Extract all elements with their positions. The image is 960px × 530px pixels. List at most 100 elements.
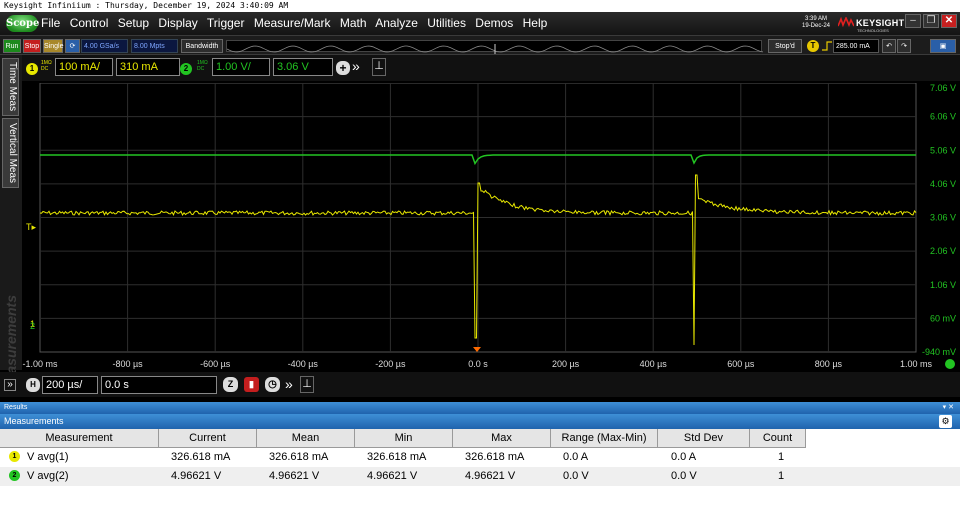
panel-toggle-icon[interactable]: ▣ xyxy=(930,39,956,53)
toolbar: Run Stop Single ⟳ 4.00 GSa/s 8.00 Mpts B… xyxy=(0,35,960,55)
y-tick-label: 6.06 V xyxy=(930,112,956,122)
pin-icon[interactable]: ⊥ xyxy=(372,58,386,76)
row-2-channel-badge: 2 xyxy=(9,470,20,481)
x-tick-label: -800 µs xyxy=(112,359,143,369)
undo-icon[interactable]: ↶ xyxy=(882,39,896,53)
row-1-min: 326.618 mA xyxy=(367,451,427,463)
channel-2-offset-field[interactable]: 3.06 V xyxy=(273,58,333,76)
stop-status-button[interactable]: Stop'd xyxy=(768,39,802,53)
menu-math[interactable]: Math xyxy=(340,16,367,30)
expand-horizontal-icon[interactable]: » xyxy=(4,379,16,391)
stop-button[interactable]: Stop xyxy=(23,39,41,53)
menu-setup[interactable]: Setup xyxy=(118,16,149,30)
timeline-wave-icon xyxy=(226,44,764,54)
table-header-row: Measurement Current Mean Min Max Range (… xyxy=(0,429,960,448)
single-button[interactable]: Single xyxy=(43,39,63,53)
channel-1-offset-field[interactable]: 310 mA xyxy=(116,58,180,76)
col-mean[interactable]: Mean xyxy=(257,429,355,448)
menu-help[interactable]: Help xyxy=(523,16,548,30)
horizontal-pin-icon[interactable]: ⊥ xyxy=(300,376,314,393)
window-title: Keysight Infiniium : Thursday, December … xyxy=(0,0,960,12)
tab-vertical-meas[interactable]: Vertical Meas xyxy=(2,118,19,188)
menu-display[interactable]: Display xyxy=(158,16,197,30)
y-tick-label: 60 mV xyxy=(930,313,956,323)
col-min[interactable]: Min xyxy=(355,429,453,448)
menu-control[interactable]: Control xyxy=(70,16,109,30)
results-collapse-icon[interactable]: ▾ ✕ xyxy=(943,402,954,414)
table-row[interactable]: 2 V avg(2) 4.96621 V 4.96621 V 4.96621 V… xyxy=(0,467,960,486)
add-channel-icon[interactable]: + xyxy=(336,61,350,75)
channel-2-ground-marker: 2 xyxy=(30,321,35,331)
x-tick-label: 200 µs xyxy=(552,359,580,369)
y-tick-label: 7.06 V xyxy=(930,83,956,93)
measurements-settings-icon[interactable]: ⚙ xyxy=(939,415,952,428)
waveform-display[interactable]: 7.06 V 6.06 V 5.06 V 4.06 V 3.06 V 2.06 V 1.06… xyxy=(22,83,960,370)
brand-name: KEYSIGHT xyxy=(856,18,905,28)
row-2-name: V avg(2) xyxy=(27,470,69,482)
restore-icon[interactable]: ❐ xyxy=(923,14,939,28)
clock-date: 19-Dec-24 xyxy=(802,23,831,29)
channel-1-badge[interactable]: 1 xyxy=(26,63,38,75)
clock-icon[interactable]: ◷ xyxy=(265,377,280,392)
clock-time: 3:39 AM xyxy=(805,16,828,22)
expand-icon[interactable]: » xyxy=(352,58,360,74)
menu-items: File Control Setup Display Trigger Measu… xyxy=(41,16,553,30)
menu-measure-mark[interactable]: Measure/Mark xyxy=(254,16,331,30)
row-1-mean: 326.618 mA xyxy=(269,451,329,463)
row-1-std-dev: 0.0 A xyxy=(671,451,697,463)
channel-2-input: 1MΩ DC xyxy=(197,60,208,72)
col-measurement[interactable]: Measurement xyxy=(0,429,159,448)
x-tick-label: 800 µs xyxy=(815,359,843,369)
x-tick-label: 0.0 s xyxy=(468,359,488,369)
run-button[interactable]: Run xyxy=(3,39,21,53)
tab-time-meas[interactable]: Time Meas xyxy=(2,58,19,116)
row-2-std-dev: 0.0 V xyxy=(671,470,697,482)
bandwidth-button[interactable]: Bandwidth xyxy=(181,39,223,53)
sample-rate-field[interactable]: 4.00 GSa/s xyxy=(81,39,128,53)
menu-utilities[interactable]: Utilities xyxy=(427,16,466,30)
trigger-badge: T xyxy=(807,40,819,52)
scope-logo-button[interactable]: Scope xyxy=(6,15,39,32)
redo-icon[interactable]: ↷ xyxy=(897,39,911,53)
acquisition-timeline[interactable] xyxy=(226,40,764,54)
col-range[interactable]: Range (Max-Min) xyxy=(551,429,658,448)
row-1-max: 326.618 mA xyxy=(465,451,525,463)
zoom-icon[interactable]: Z xyxy=(223,377,238,392)
acquisition-icon[interactable]: ⟳ xyxy=(65,39,80,53)
close-icon[interactable]: ✕ xyxy=(941,14,957,28)
horizontal-position-field[interactable]: 0.0 s xyxy=(101,376,217,394)
col-count[interactable]: Count xyxy=(750,429,806,448)
row-1-channel-badge: 1 xyxy=(9,451,20,462)
menu-file[interactable]: File xyxy=(41,16,60,30)
menu-bar: Scope File Control Setup Display Trigger… xyxy=(0,12,960,35)
clock: 3:39 AM 19-Dec-24 xyxy=(802,16,830,30)
col-max[interactable]: Max xyxy=(453,429,551,448)
horizontal-more-icon[interactable]: » xyxy=(285,376,293,392)
results-label: Results xyxy=(4,404,28,411)
table-row[interactable]: 1 V avg(1) 326.618 mA 326.618 mA 326.618… xyxy=(0,448,960,467)
x-tick-label: 600 µs xyxy=(727,359,755,369)
y-tick-label: 2.06 V xyxy=(930,246,956,256)
zoom-stop-icon[interactable]: ▮ xyxy=(244,377,259,392)
channel-1-scale-field[interactable]: 100 mA/ xyxy=(55,58,113,76)
y-tick-label: 1.06 V xyxy=(930,280,956,290)
trigger-level-marker: T▸ xyxy=(26,222,36,232)
minimize-icon[interactable]: – xyxy=(905,14,921,28)
channel-2-scale-field[interactable]: 1.00 V/ xyxy=(212,58,270,76)
horizontal-badge[interactable]: H xyxy=(26,378,40,392)
menu-demos[interactable]: Demos xyxy=(475,16,513,30)
y-tick-label: 5.06 V xyxy=(930,145,956,155)
trigger-level-field[interactable]: 285.00 mA xyxy=(833,39,879,53)
col-std-dev[interactable]: Std Dev xyxy=(658,429,750,448)
trigger-edge-icon[interactable] xyxy=(821,40,833,52)
col-current[interactable]: Current xyxy=(159,429,257,448)
memory-depth-field[interactable]: 8.00 Mpts xyxy=(131,39,178,53)
menu-trigger[interactable]: Trigger xyxy=(207,16,245,30)
row-2-current: 4.96621 V xyxy=(171,470,222,482)
menu-analyze[interactable]: Analyze xyxy=(375,16,418,30)
horizontal-scale-field[interactable]: 200 µs/ xyxy=(42,376,98,394)
brand-sub: TECHNOLOGIES xyxy=(857,28,889,33)
row-1-name: V avg(1) xyxy=(27,451,69,463)
x-tick-label: 1.00 ms xyxy=(900,359,933,369)
channel-2-badge[interactable]: 2 xyxy=(180,63,192,75)
